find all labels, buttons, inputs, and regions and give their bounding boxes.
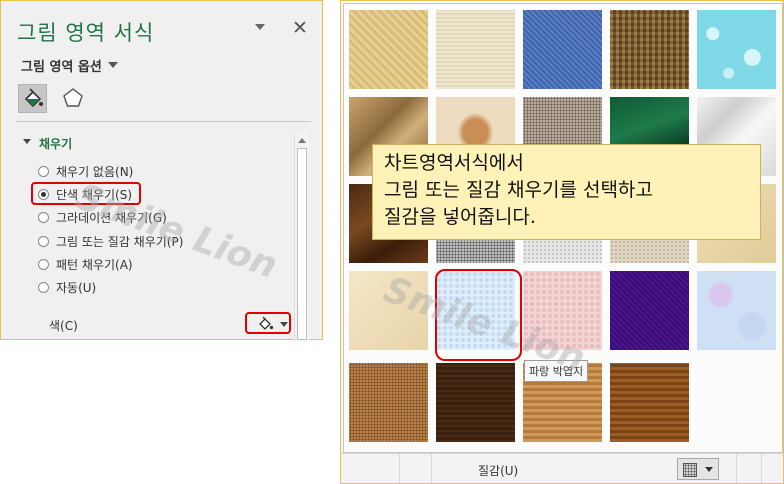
texture-option-bar: 질감(U) [341,453,783,483]
solid-fill-highlight [31,182,141,205]
scroll-up-icon[interactable] [298,138,306,143]
effects-tab[interactable] [59,84,88,113]
texture-tile-canvas[interactable] [436,10,515,89]
texture-picker-button[interactable] [677,458,719,480]
pane-options-chevron-icon[interactable] [255,24,265,30]
radio-button[interactable] [38,259,49,270]
divider [399,454,400,483]
radio-button[interactable] [38,282,49,293]
chevron-down-icon[interactable] [705,467,713,472]
radio-button[interactable] [38,236,49,247]
tab-divider [16,121,311,122]
texture-tile-denim[interactable] [523,10,602,89]
selected-texture-highlight [435,269,522,361]
scrollbar[interactable] [294,134,309,341]
fill-option-label: 자동(U) [56,281,97,295]
fill-option-label: 그림 또는 질감 채우기(P) [56,235,184,249]
paint-bucket-icon [259,316,274,330]
divider [736,454,737,483]
pane-title: 그림 영역 서식 [17,21,155,45]
divider [431,454,432,483]
format-plot-area-pane: 그림 영역 서식 ✕ 그림 영역 옵션 채우기 채우기 없음(N) 단색 채우기… [0,0,323,341]
texture-tile-bouquet[interactable] [697,271,776,350]
texture-tile-medium-wood[interactable] [610,363,689,442]
callout-line: 차트영역서식에서 [384,152,524,174]
fill-option-label: 채우기 없음(N) [56,165,134,179]
instruction-callout: 차트영역서식에서 그림 또는 질감 채우기를 선택하고 질감을 넣어줍니다. [372,144,761,240]
pentagon-icon [63,88,83,107]
plot-area-options-dropdown[interactable]: 그림 영역 옵션 [21,56,102,75]
texture-tile-stationery[interactable] [349,271,428,350]
chevron-down-icon[interactable] [280,322,288,327]
collapse-triangle-icon[interactable] [23,139,31,144]
texture-tile-cork[interactable] [349,363,428,442]
callout-line: 질감을 넣어줍니다. [384,206,536,228]
texture-tile-woven-mat[interactable] [610,10,689,89]
texture-tooltip: 파랑 박엽지 [524,360,589,382]
callout-line: 그림 또는 질감 채우기를 선택하고 [384,179,653,201]
close-icon[interactable]: ✕ [292,17,308,39]
texture-swatch-icon [683,463,697,477]
texture-tile-water-droplets[interactable] [697,10,776,89]
color-label: 색(C) [49,319,78,333]
texture-tile-papyrus[interactable] [349,10,428,89]
texture-label: 질감(U) [478,464,519,478]
fill-option-label: 패턴 채우기(A) [56,258,133,272]
texture-tile-pink-tissue-paper[interactable] [523,271,602,350]
paint-bucket-icon [24,88,43,108]
fill-color-button[interactable] [245,312,291,334]
fill-section-title[interactable]: 채우기 [39,135,72,152]
divider [761,454,762,483]
fill-line-tab[interactable] [18,84,47,113]
chevron-down-icon[interactable] [108,62,118,68]
fill-option-label: 그라데이션 채우기(G) [56,211,167,225]
texture-tile-purple-mesh[interactable] [610,271,689,350]
texture-tile-walnut[interactable] [436,363,515,442]
radio-button[interactable] [38,166,49,177]
scroll-thumb[interactable] [297,148,307,340]
texture-dropdown-panel: 파랑 박엽지 차트영역서식에서 그림 또는 질감 채우기를 선택하고 질감을 넣… [343,3,783,453]
radio-button[interactable] [38,212,49,223]
texture-gallery-window: 파랑 박엽지 차트영역서식에서 그림 또는 질감 채우기를 선택하고 질감을 넣… [340,0,784,484]
